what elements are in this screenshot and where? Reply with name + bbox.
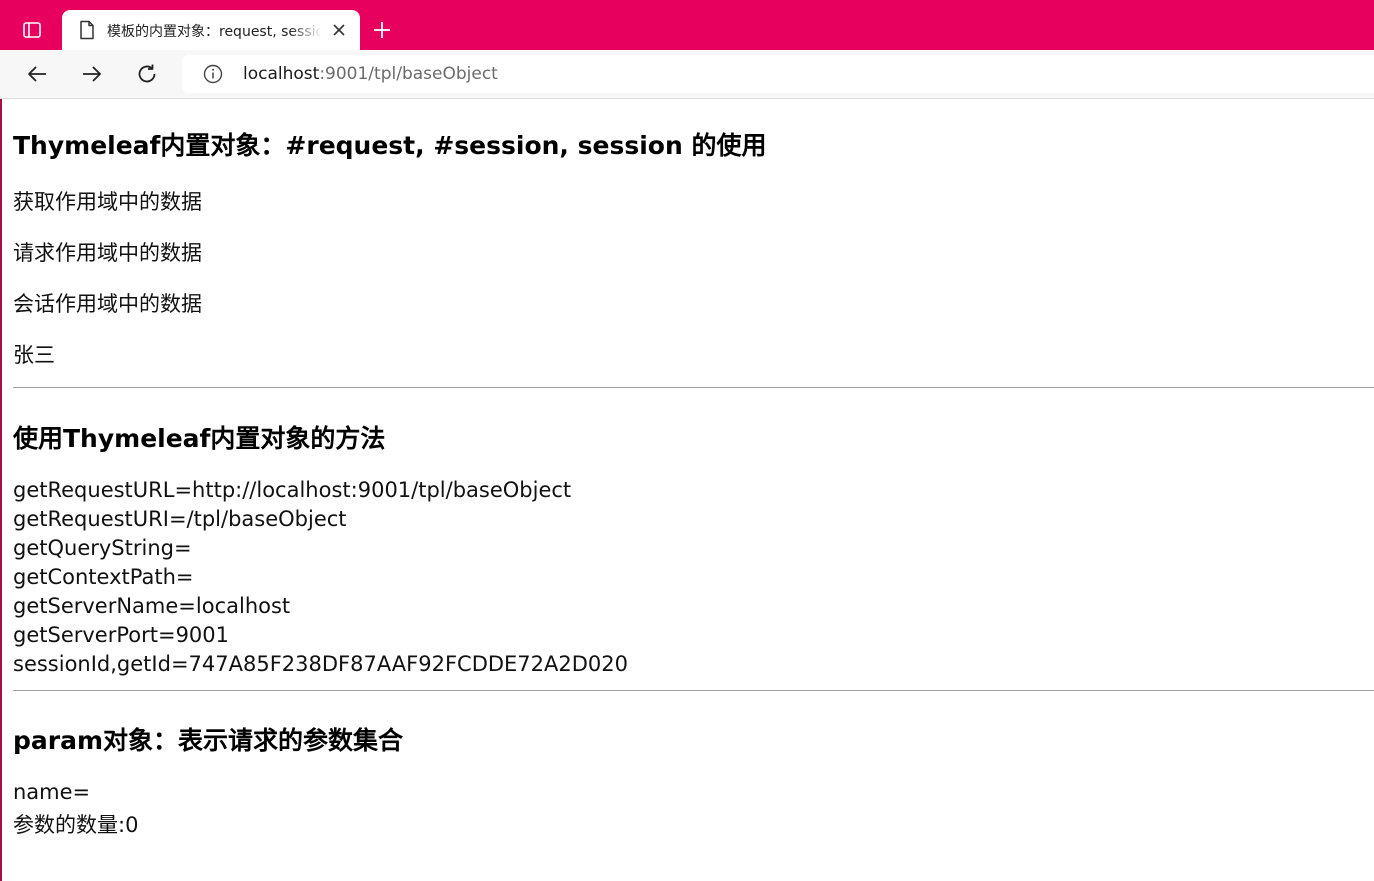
paragraph: 获取作用域中的数据	[13, 190, 202, 214]
refresh-icon[interactable]	[131, 58, 163, 90]
back-arrow-icon[interactable]	[21, 58, 53, 90]
paragraph: 张三	[13, 343, 55, 367]
param-line: name=	[13, 780, 91, 804]
tab-actions-icon[interactable]	[14, 12, 50, 48]
tab-title: 模板的内置对象：request, session	[107, 24, 322, 40]
tab-bar: 模板的内置对象：request, session	[0, 0, 1374, 50]
divider	[13, 690, 1374, 691]
window-edge	[0, 0, 2, 881]
new-tab-icon[interactable]	[370, 18, 394, 42]
forward-arrow-icon[interactable]	[76, 58, 108, 90]
url-text[interactable]: localhost:9001/tpl/baseObject	[243, 64, 498, 84]
section2-heading: 使用Thymeleaf内置对象的方法	[13, 424, 386, 453]
info-line: getRequestURI=/tpl/baseObject	[13, 507, 347, 531]
toolbar: localhost:9001/tpl/baseObject	[0, 50, 1374, 99]
info-line: getRequestURL=http://localhost:9001/tpl/…	[13, 478, 572, 502]
info-line: getQueryString=	[13, 536, 192, 560]
page-icon	[78, 20, 96, 40]
info-line: sessionId,getId=747A85F238DF87AAF92FCDDE…	[13, 652, 629, 676]
info-icon[interactable]	[203, 64, 223, 84]
section1-heading: Thymeleaf内置对象：#request, #session, sessio…	[13, 131, 767, 160]
close-icon[interactable]	[330, 21, 348, 39]
section3-heading: param对象：表示请求的参数集合	[13, 726, 404, 755]
divider	[13, 387, 1374, 388]
address-bar[interactable]: localhost:9001/tpl/baseObject	[182, 55, 1374, 93]
info-line: getServerName=localhost	[13, 594, 291, 618]
param-line: 参数的数量:0	[13, 813, 139, 837]
tab-active[interactable]: 模板的内置对象：request, session	[62, 10, 360, 50]
paragraph: 会话作用域中的数据	[13, 292, 202, 316]
url-path: :9001/tpl/baseObject	[319, 64, 498, 84]
info-line: getServerPort=9001	[13, 623, 230, 647]
browser-window: 模板的内置对象：request, session localhost:9001/…	[0, 0, 1374, 881]
url-host: localhost	[243, 64, 320, 84]
info-line: getContextPath=	[13, 565, 194, 589]
paragraph: 请求作用域中的数据	[13, 241, 202, 265]
